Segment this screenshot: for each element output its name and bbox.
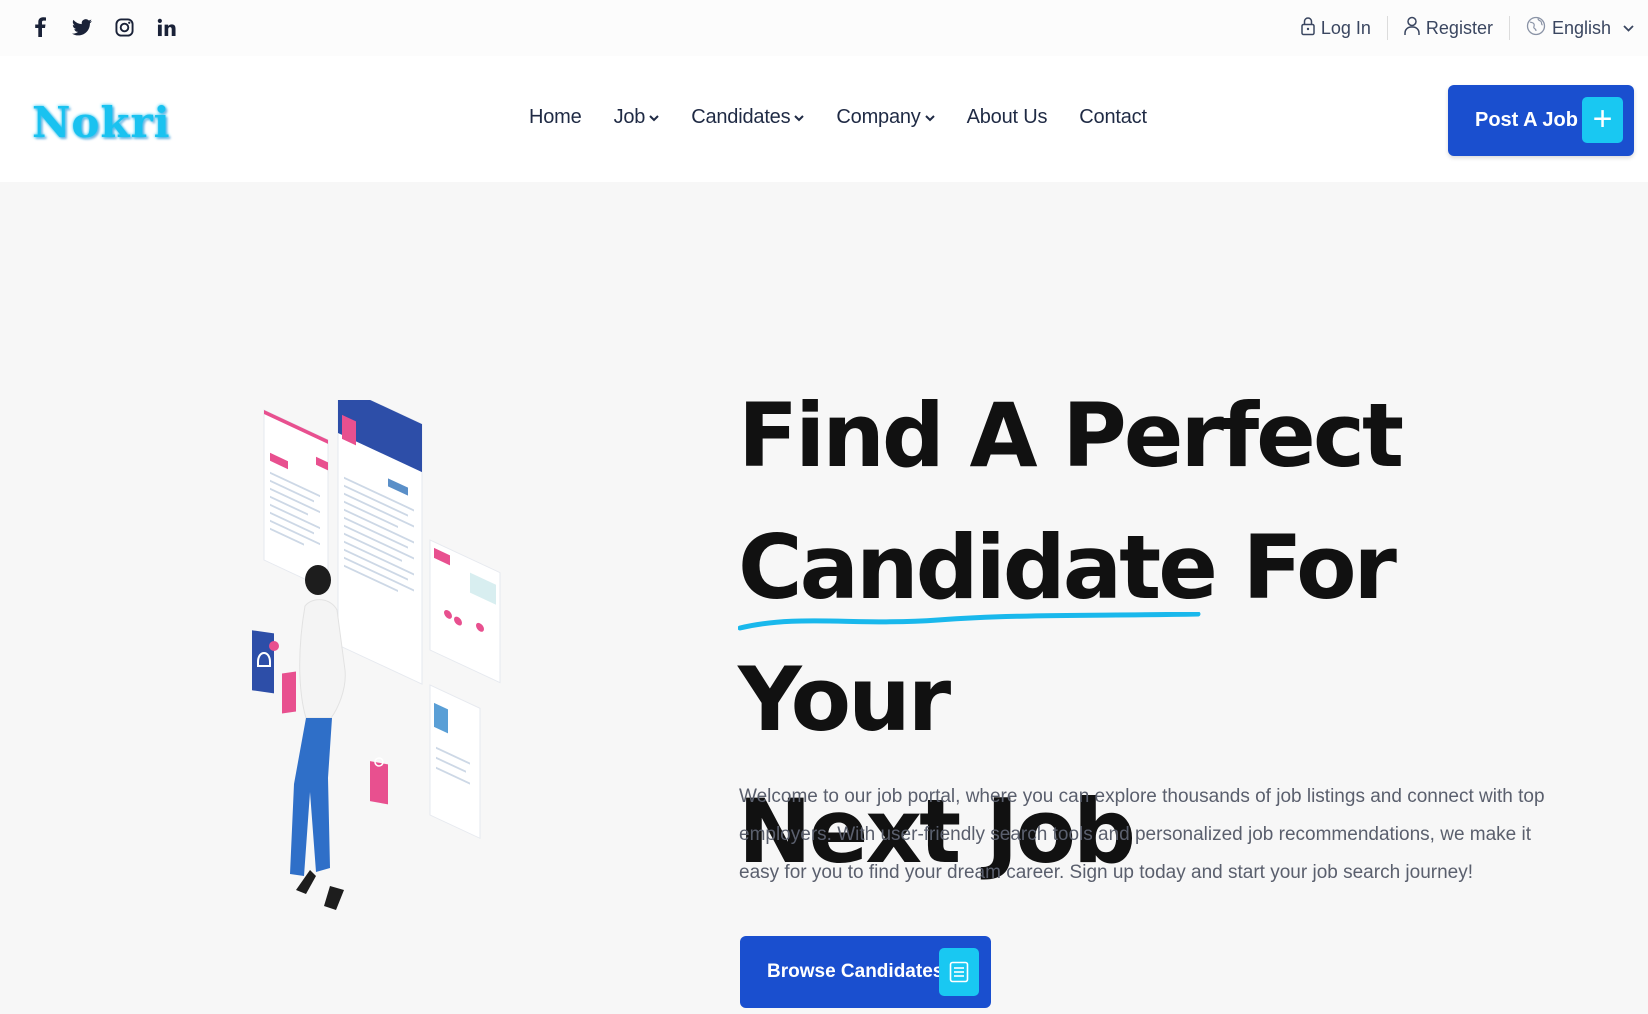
- chevron-down-icon: [1623, 21, 1634, 35]
- main-nav: Home Job Candidates Company About Us Con…: [529, 106, 1147, 129]
- chevron-down-icon: [794, 111, 805, 125]
- twitter-icon[interactable]: [70, 14, 94, 40]
- hero-description: Welcome to our job portal, where you can…: [739, 786, 1545, 883]
- browse-candidates-button[interactable]: Browse Candidates: [740, 936, 991, 1008]
- person-figure: [282, 565, 346, 910]
- hero-illustration: [250, 384, 540, 980]
- nav-item-company[interactable]: Company: [836, 106, 935, 129]
- post-job-button[interactable]: Post A Job +: [1448, 85, 1634, 156]
- nav-item-candidates[interactable]: Candidates: [691, 106, 805, 129]
- chevron-down-icon: [924, 111, 935, 125]
- nav-item-job[interactable]: Job: [614, 106, 660, 129]
- title-underline: [738, 612, 1201, 631]
- nav-item-label: Candidates: [691, 106, 791, 128]
- document-card: [429, 539, 501, 684]
- nav-item-home[interactable]: Home: [529, 106, 582, 129]
- main-header: Nokri Home Job Candidates Company About …: [0, 56, 1648, 182]
- document-card: [337, 384, 423, 685]
- login-link[interactable]: Log In: [1285, 14, 1387, 42]
- register-link[interactable]: Register: [1388, 14, 1509, 42]
- register-label: Register: [1425, 17, 1493, 38]
- post-job-label: Post A Job: [1475, 109, 1578, 131]
- document-card: [263, 409, 329, 591]
- nav-item-label: Job: [613, 106, 646, 128]
- nav-item-about[interactable]: About Us: [967, 106, 1048, 129]
- browse-candidates-label: Browse Candidates: [767, 961, 944, 982]
- instagram-icon[interactable]: [112, 14, 136, 40]
- lock-icon: [1301, 16, 1315, 41]
- globe-icon: [1526, 16, 1546, 41]
- user-icon: [1404, 16, 1420, 41]
- nav-item-label: Contact: [1079, 106, 1147, 128]
- chevron-down-icon: [649, 111, 659, 125]
- nav-item-label: About Us: [966, 106, 1048, 128]
- nav-item-label: Home: [529, 106, 582, 128]
- plus-icon: +: [1582, 97, 1623, 143]
- language-selector[interactable]: English: [1510, 14, 1634, 42]
- language-label: English: [1551, 17, 1611, 38]
- top-right-links: Log In Register English: [1285, 14, 1634, 42]
- site-logo[interactable]: Nokri: [32, 98, 171, 147]
- search-icon: [370, 761, 388, 805]
- social-links: [28, 14, 178, 40]
- nav-item-label: Company: [836, 106, 921, 128]
- top-bar: Log In Register English: [0, 0, 1648, 56]
- list-icon: [939, 948, 979, 996]
- facebook-icon[interactable]: [28, 14, 52, 40]
- login-label: Log In: [1320, 17, 1371, 38]
- linkedin-icon[interactable]: [154, 14, 178, 40]
- nav-item-contact[interactable]: Contact: [1079, 106, 1147, 129]
- document-card: [429, 684, 481, 840]
- hero-title-line: Find A Perfect: [738, 384, 1404, 487]
